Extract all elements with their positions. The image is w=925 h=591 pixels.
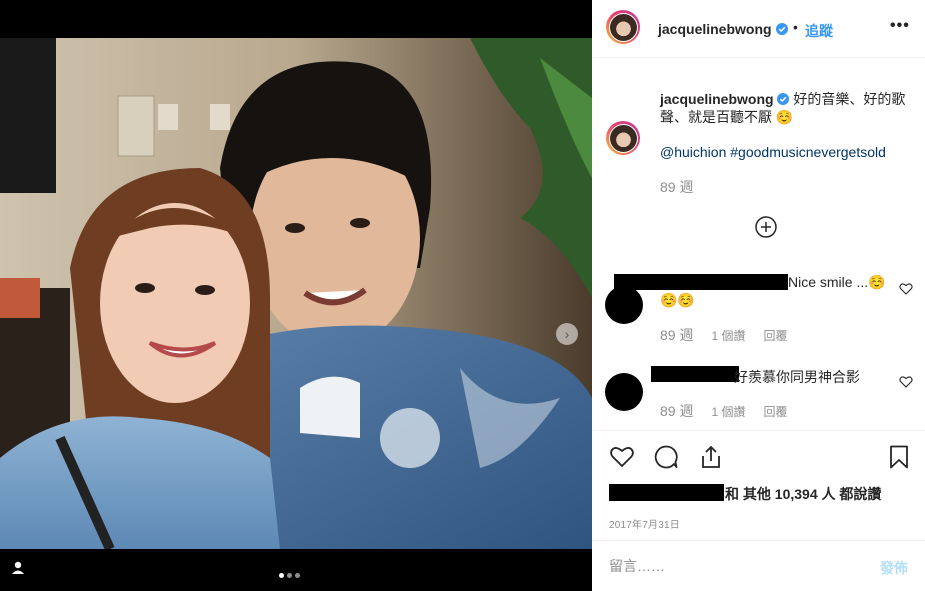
post-side-panel: jacquelinebwong • 追蹤 ••• jacquelinebwong… — [592, 0, 925, 591]
caption-author-avatar[interactable] — [606, 121, 640, 155]
comment-like-heart-icon[interactable] — [899, 282, 913, 296]
comment-like-heart-icon[interactable] — [899, 375, 913, 389]
chevron-right-icon: › — [564, 326, 570, 342]
share-icon[interactable] — [698, 444, 724, 470]
verified-badge-icon — [776, 23, 788, 35]
comment-text: 好羨慕你同男神合影 — [734, 369, 860, 385]
caption-text: jacquelinebwong 好的音樂、好的歌聲、就是百聽不厭 ☺️ — [660, 90, 910, 126]
reply-button[interactable]: 回覆 — [763, 327, 787, 344]
author-username[interactable]: jacquelinebwong — [658, 21, 772, 37]
carousel-dot — [279, 573, 284, 578]
comment-like-count[interactable]: 1 個讚 — [711, 327, 745, 344]
commenter-avatar[interactable] — [605, 373, 643, 411]
like-heart-icon[interactable] — [609, 444, 635, 470]
comment-text: Nice smile ...☺️ — [788, 274, 886, 290]
post-photo[interactable]: › — [0, 38, 592, 549]
commenter-avatar[interactable] — [605, 286, 643, 324]
caption-username[interactable]: jacquelinebwong — [660, 91, 774, 107]
comment-meta: 89 週 1 個讚 回覆 — [660, 325, 788, 345]
load-more-comments-icon[interactable] — [755, 216, 777, 238]
follow-button[interactable]: 追蹤 — [805, 21, 833, 41]
comment-input[interactable] — [609, 555, 849, 577]
redacted-liker — [609, 484, 724, 501]
post-comment-button[interactable]: 發佈 — [880, 558, 908, 578]
bookmark-icon[interactable] — [886, 444, 912, 470]
post-date[interactable]: 2017年7月31日 — [609, 516, 680, 531]
comment-like-count[interactable]: 1 個讚 — [711, 403, 745, 420]
carousel-indicator — [279, 573, 300, 578]
comment-timestamp[interactable]: 89 週 — [660, 325, 693, 345]
carousel-next-button[interactable]: › — [556, 323, 578, 345]
user-tags-icon[interactable] — [9, 559, 27, 577]
reply-button[interactable]: 回覆 — [763, 403, 787, 420]
redacted-username — [651, 366, 739, 382]
add-comment-section: 發佈 — [592, 540, 925, 591]
hashtag-link[interactable]: #goodmusicnevergetsold — [730, 144, 886, 160]
carousel-dot — [287, 573, 292, 578]
post-header: jacquelinebwong • 追蹤 ••• — [592, 0, 925, 58]
separator-dot: • — [793, 19, 798, 35]
likes-summary[interactable]: 和 其他 10,394 人 都說讚 — [725, 484, 881, 504]
verified-badge-icon — [777, 93, 790, 105]
comment-text-continued: ☺️☺️ — [660, 292, 695, 308]
caption-tags: @huichion #goodmusicnevergetsold — [660, 144, 910, 160]
author-avatar[interactable] — [606, 10, 640, 44]
actions-divider — [592, 430, 925, 431]
comment-bubble-icon[interactable] — [653, 444, 679, 470]
caption-timestamp[interactable]: 89 週 — [660, 177, 693, 197]
more-options-icon[interactable]: ••• — [890, 17, 910, 35]
comment-timestamp[interactable]: 89 週 — [660, 401, 693, 421]
selfie-photo — [0, 38, 592, 549]
post-media: › — [0, 0, 592, 591]
comment-meta: 89 週 1 個讚 回覆 — [660, 401, 788, 421]
carousel-dot — [295, 573, 300, 578]
mention-link[interactable]: @huichion — [660, 144, 726, 160]
redacted-username — [614, 274, 788, 290]
